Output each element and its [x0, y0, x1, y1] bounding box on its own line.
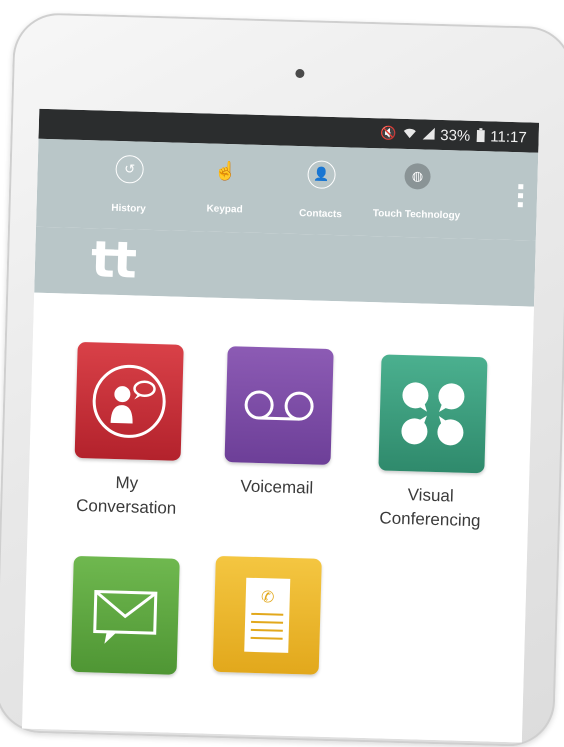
app-label: Visual Conferencing — [360, 482, 501, 534]
app-voicemail[interactable]: Voicemail — [207, 346, 351, 502]
app-label-line1: Voicemail — [240, 476, 314, 498]
app-grid: My Conversation Voicemail Visual Confere… — [21, 292, 534, 743]
call-log-icon: ✆ — [212, 555, 322, 675]
app-messages[interactable] — [54, 555, 197, 675]
keypad-hand-icon: ☝ — [214, 160, 238, 181]
screen: 🔇 33% 11:17 ↺ History ☝ Keypad � — [21, 108, 540, 743]
toolbar-touch-technology[interactable]: ◍ Touch Technology — [366, 162, 468, 222]
wifi-icon — [402, 126, 416, 141]
app-label-line2: Conversation — [75, 495, 177, 518]
toolbar-label: History — [111, 202, 146, 215]
front-camera — [295, 68, 305, 79]
app-label-line2: Conferencing — [379, 508, 481, 531]
battery-icon — [476, 127, 485, 144]
app-label: Voicemail — [207, 474, 348, 502]
app-label: My Conversation — [56, 469, 197, 521]
message-icon — [70, 555, 180, 675]
top-toolbar: ↺ History ☝ Keypad 👤 Contacts ◍ Touch Te… — [36, 138, 539, 241]
conferencing-icon — [378, 354, 488, 474]
signal-icon — [422, 127, 435, 142]
app-my-conversation[interactable]: My Conversation — [56, 341, 201, 521]
contacts-icon: 👤 — [307, 160, 336, 190]
mute-icon: 🔇 — [379, 125, 397, 141]
toolbar-history[interactable]: ↺ History — [78, 154, 180, 216]
battery-percent: 33% — [440, 126, 471, 145]
tablet-frame: 🔇 33% 11:17 ↺ History ☝ Keypad � — [0, 12, 564, 747]
clock: 11:17 — [490, 127, 527, 146]
toolbar-label: Touch Technology — [372, 208, 461, 222]
globe-icon: ◍ — [404, 162, 431, 190]
toolbar-keypad[interactable]: ☝ Keypad — [174, 157, 276, 217]
app-call-log[interactable]: ✆ — [196, 555, 339, 675]
app-visual-conferencing[interactable]: Visual Conferencing — [360, 354, 505, 534]
toolbar-label: Contacts — [298, 208, 343, 221]
history-icon: ↺ — [115, 154, 145, 184]
svg-text:✆: ✆ — [261, 587, 275, 606]
overflow-menu-icon[interactable] — [517, 184, 524, 208]
toolbar-contacts[interactable]: 👤 Contacts — [270, 159, 372, 221]
conversation-icon — [74, 341, 184, 461]
toolbar-label: Keypad — [206, 203, 243, 216]
voicemail-icon — [224, 346, 334, 466]
logo: tt — [90, 230, 136, 290]
